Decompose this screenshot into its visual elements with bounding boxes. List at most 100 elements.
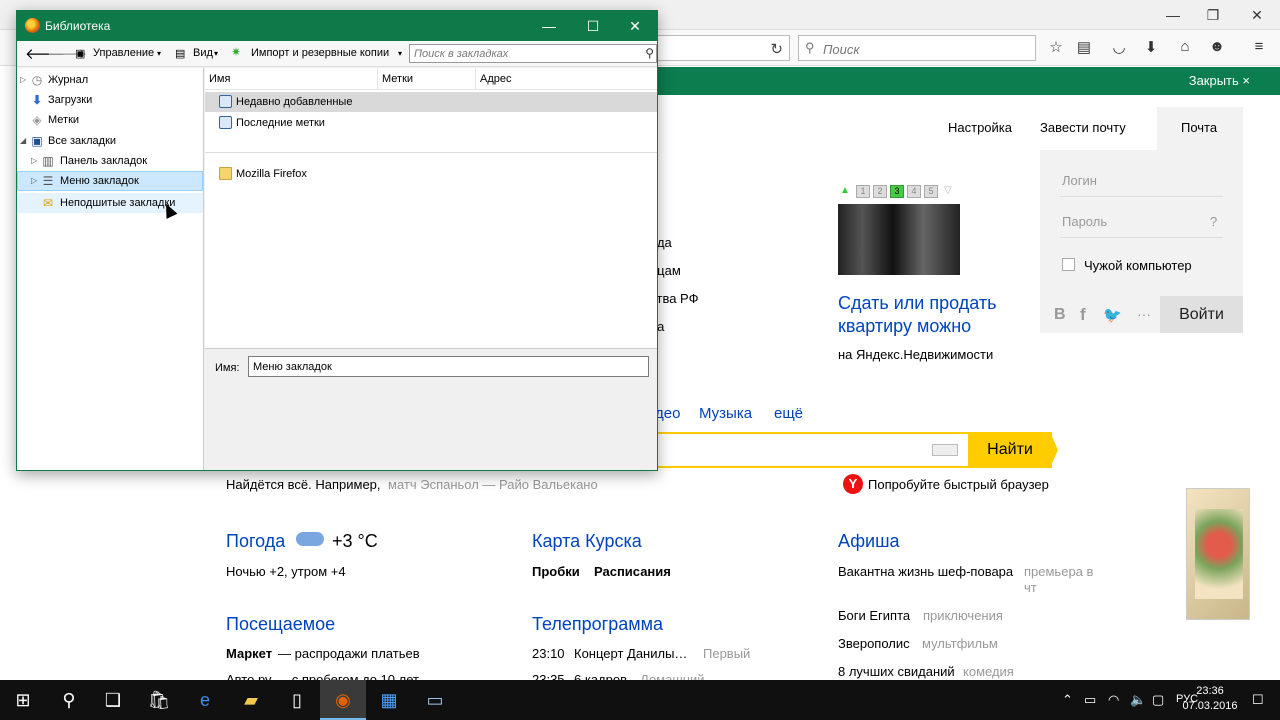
facebook-icon[interactable]: f: [1080, 305, 1086, 325]
login-button[interactable]: Войти: [1160, 296, 1243, 333]
tree-item-downloads[interactable]: ⬇ Загрузки: [17, 90, 203, 110]
bookmarks-list-icon[interactable]: ▤: [1073, 38, 1095, 58]
visited-item[interactable]: Авто.ру — с пробегом до 10 лет: [226, 672, 419, 680]
ad-image[interactable]: [838, 204, 960, 275]
hello-icon[interactable]: ☻: [1206, 38, 1228, 58]
weather-title[interactable]: Погода: [226, 531, 285, 552]
ad-title[interactable]: Сдать или продать квартиру можно: [838, 292, 1038, 338]
clock[interactable]: 23:36 07.03.2016: [1180, 684, 1240, 714]
list-item[interactable]: Mozilla Firefox: [205, 164, 657, 184]
schedule-link[interactable]: Расписания: [594, 564, 671, 579]
tree-item-history[interactable]: ▷ ◷ Журнал: [17, 70, 203, 90]
search-hint-example[interactable]: матч Эспаньол — Райо Вальекано: [388, 477, 598, 492]
afisha-item[interactable]: Боги Египта: [838, 608, 910, 623]
column-location[interactable]: Адрес: [480, 73, 512, 85]
notice-close-button[interactable]: Закрыть ×: [1189, 73, 1250, 88]
restore-icon[interactable]: ❐: [1190, 0, 1236, 30]
pocket-icon[interactable]: ◡: [1108, 38, 1130, 58]
search-box[interactable]: ⚲ Поиск: [798, 35, 1036, 61]
collapse-arrow-icon[interactable]: ◢: [20, 136, 26, 145]
list-item[interactable]: Недавно добавленные: [205, 92, 657, 112]
create-mail-link[interactable]: Завести почту: [1040, 120, 1126, 135]
app-icon[interactable]: ▭: [412, 680, 458, 720]
tv-show[interactable]: Концерт Данилы…: [574, 646, 687, 661]
volume-icon[interactable]: 🔈: [1130, 692, 1146, 708]
vk-icon[interactable]: B: [1054, 306, 1066, 324]
bookmark-star-icon[interactable]: ☆: [1045, 38, 1067, 58]
password-field[interactable]: Пароль: [1062, 214, 1107, 229]
expand-arrow-icon[interactable]: ▷: [31, 156, 37, 165]
minimize-icon[interactable]: —: [527, 11, 571, 41]
pager-up-icon[interactable]: ▲: [840, 185, 850, 196]
name-field[interactable]: Меню закладок: [248, 356, 649, 377]
yandex-search-input[interactable]: [650, 432, 970, 468]
url-bar[interactable]: ↻: [650, 35, 790, 61]
expand-arrow-icon[interactable]: ▷: [31, 176, 37, 185]
views-menu[interactable]: Вид: [193, 47, 213, 59]
battery-icon[interactable]: ▭: [1084, 692, 1096, 708]
tab-music[interactable]: Музыка: [699, 405, 752, 422]
column-separator[interactable]: [475, 68, 476, 90]
find-button[interactable]: Найти: [968, 432, 1052, 468]
pager-item[interactable]: 2: [873, 185, 887, 198]
browser-promo-link[interactable]: Попробуйте быстрый браузер: [868, 477, 1049, 492]
maximize-icon[interactable]: ☐: [571, 11, 615, 41]
windows-start-icon[interactable]: ⊞: [0, 680, 46, 720]
notifications-tray-icon[interactable]: ▢: [1152, 692, 1164, 708]
pager-item[interactable]: 5: [924, 185, 938, 198]
visited-item-name[interactable]: Маркет: [226, 646, 272, 661]
visited-title[interactable]: Посещаемое: [226, 614, 335, 635]
password-help-icon[interactable]: ?: [1210, 214, 1217, 229]
afisha-item[interactable]: Зверополис: [838, 636, 910, 651]
afisha-item[interactable]: 8 лучших свиданий: [838, 664, 955, 679]
afisha-title[interactable]: Афиша: [838, 531, 900, 552]
side-banner[interactable]: [1186, 488, 1250, 620]
bookmarks-search-input[interactable]: Поиск в закладках ⚲: [409, 44, 657, 63]
tv-show[interactable]: 6 кадров: [574, 672, 627, 680]
search-icon[interactable]: ⚲: [46, 680, 92, 720]
column-name[interactable]: Имя: [209, 73, 230, 85]
wifi-icon[interactable]: ◠: [1108, 692, 1119, 708]
login-field[interactable]: Логин: [1062, 173, 1097, 188]
tab-video[interactable]: део: [655, 405, 680, 422]
tab-more[interactable]: ещё: [774, 405, 803, 422]
firefox-taskbar-icon[interactable]: ◉: [320, 680, 366, 720]
foreign-computer-checkbox[interactable]: [1062, 258, 1075, 271]
traffic-link[interactable]: Пробки: [532, 564, 580, 579]
tv-title[interactable]: Телепрограмма: [532, 614, 663, 635]
pager-item-active[interactable]: 3: [890, 185, 904, 198]
pager-down-icon[interactable]: ▽: [944, 185, 952, 196]
edge-icon[interactable]: e: [182, 680, 228, 720]
pager-item[interactable]: 4: [907, 185, 921, 198]
mail-tab[interactable]: Почта: [1157, 107, 1243, 150]
reload-icon[interactable]: ↻: [770, 40, 783, 58]
map-title[interactable]: Карта Курска: [532, 531, 642, 552]
list-item[interactable]: Последние метки: [205, 113, 657, 133]
pager-item[interactable]: 1: [856, 185, 870, 198]
import-backup-menu[interactable]: Импорт и резервные копии: [251, 47, 389, 59]
column-separator[interactable]: [377, 68, 378, 90]
home-icon[interactable]: ⌂: [1174, 38, 1196, 58]
expand-arrow-icon[interactable]: ▷: [20, 75, 26, 84]
download-icon[interactable]: ⬇: [1140, 38, 1162, 58]
file-explorer-icon[interactable]: ▰: [228, 680, 274, 720]
afisha-item[interactable]: Вакантна жизнь шеф-повара: [838, 564, 1013, 579]
tree-item-bookmarks-toolbar[interactable]: ▷ ▥ Панель закладок: [17, 151, 203, 171]
close-icon[interactable]: ✕: [1234, 0, 1280, 30]
visited-item-text[interactable]: — распродажи платьев: [278, 646, 420, 661]
weather-temp[interactable]: +3 °С: [332, 531, 378, 552]
column-tags[interactable]: Метки: [382, 73, 413, 85]
organize-menu[interactable]: Управление: [93, 47, 154, 59]
app-icon[interactable]: ▦: [366, 680, 412, 720]
tray-chevron-icon[interactable]: ⌃: [1062, 692, 1073, 708]
document-icon[interactable]: ▯: [274, 680, 320, 720]
tree-item-bookmarks-menu[interactable]: ▷ ☰ Меню закладок: [17, 171, 203, 191]
tree-item-tags[interactable]: ◈ Метки: [17, 110, 203, 130]
task-view-icon[interactable]: ❑: [90, 680, 136, 720]
menu-icon[interactable]: ≡: [1248, 38, 1270, 58]
more-social-icon[interactable]: ···: [1137, 306, 1151, 322]
keyboard-icon[interactable]: [932, 444, 958, 456]
store-icon[interactable]: 🛍: [136, 680, 182, 720]
close-icon[interactable]: ✕: [613, 11, 657, 41]
settings-link[interactable]: Настройка: [948, 120, 1012, 135]
